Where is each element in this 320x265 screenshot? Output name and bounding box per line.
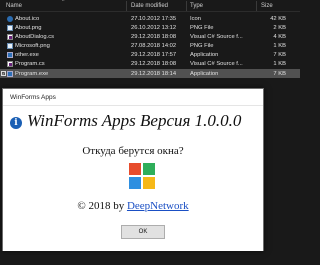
file-row-selected[interactable]: ✓ Program.exe 29.12.2018 18:14 Applicati… bbox=[0, 69, 300, 79]
file-row[interactable]: About.ico 27.10.2012 17:35 Icon 42 KB bbox=[0, 14, 300, 23]
file-date: 26.10.2012 13:12 bbox=[131, 24, 177, 31]
file-size: 1 KB bbox=[273, 61, 286, 68]
file-size: 2 KB bbox=[273, 24, 286, 31]
png-file-icon bbox=[7, 43, 13, 50]
cs-file-icon bbox=[7, 61, 13, 68]
file-date: 29.12.2018 17:57 bbox=[131, 52, 177, 59]
column-name[interactable]: Name bbox=[6, 3, 22, 9]
copyright-line: © 2018 by DeepNetwork bbox=[3, 200, 263, 212]
selection-checkbox[interactable]: ✓ bbox=[1, 71, 6, 77]
exe-file-icon bbox=[7, 52, 13, 59]
file-name: Program.exe bbox=[15, 70, 49, 77]
dialog-body: i WinForms Apps Версия 1.0.0.0 Откуда бе… bbox=[3, 107, 263, 251]
info-icon: i bbox=[10, 117, 22, 129]
file-date: 27.10.2012 17:35 bbox=[131, 15, 177, 22]
copyright-text: © 2018 by bbox=[77, 200, 125, 212]
file-row[interactable]: About.png 26.10.2012 13:12 PNG File 2 KB bbox=[0, 23, 300, 32]
file-date: 29.12.2018 18:14 bbox=[131, 70, 177, 77]
file-size: 42 KB bbox=[270, 15, 286, 22]
file-size: 7 KB bbox=[273, 70, 286, 77]
file-row[interactable]: Microsoft.png 27.08.2018 14:02 PNG File … bbox=[0, 42, 300, 51]
column-separator[interactable] bbox=[256, 1, 257, 11]
file-size: 4 KB bbox=[273, 33, 286, 40]
file-date: 29.12.2018 18:08 bbox=[131, 61, 177, 68]
column-separator[interactable] bbox=[126, 1, 127, 11]
png-file-icon bbox=[7, 24, 13, 31]
file-type: PNG File bbox=[190, 24, 214, 31]
file-type: Application bbox=[190, 70, 219, 77]
ico-file-icon bbox=[7, 15, 13, 22]
ok-button[interactable]: OK bbox=[121, 225, 165, 239]
file-date: 27.08.2018 14:02 bbox=[131, 43, 177, 50]
windows-logo-icon bbox=[129, 163, 155, 189]
file-row[interactable]: other.exe 29.12.2018 17:57 Application 7… bbox=[0, 51, 300, 60]
file-name: About.ico bbox=[15, 15, 40, 22]
column-header: ^ Name Date modified Type Size bbox=[0, 0, 300, 12]
file-type: PNG File bbox=[190, 43, 214, 50]
file-row[interactable]: AboutDialog.cs 29.12.2018 18:08 Visual C… bbox=[0, 32, 300, 41]
dialog-titlebar[interactable]: WinForms Apps bbox=[3, 89, 263, 106]
about-dialog: WinForms Apps i WinForms Apps Версия 1.0… bbox=[2, 88, 264, 251]
file-type: Icon bbox=[190, 15, 201, 22]
cs-file-icon bbox=[7, 33, 13, 40]
app-title: WinForms Apps Версия 1.0.0.0 bbox=[27, 111, 242, 130]
sort-up-icon: ^ bbox=[62, 0, 65, 5]
file-type: Visual C# Source f... bbox=[190, 61, 243, 68]
file-name: AboutDialog.cs bbox=[15, 33, 54, 40]
column-date-modified[interactable]: Date modified bbox=[131, 3, 168, 9]
author-link[interactable]: DeepNetwork bbox=[127, 200, 189, 212]
file-row[interactable]: Program.cs 29.12.2018 18:08 Visual C# So… bbox=[0, 60, 300, 69]
column-type[interactable]: Type bbox=[190, 3, 203, 9]
file-list: About.ico 27.10.2012 17:35 Icon 42 KB Ab… bbox=[0, 14, 300, 79]
column-separator[interactable] bbox=[186, 1, 187, 11]
file-size: 7 KB bbox=[273, 52, 286, 59]
file-name: Program.cs bbox=[15, 61, 45, 68]
exe-file-icon bbox=[7, 70, 13, 77]
file-name: Microsoft.png bbox=[15, 43, 50, 50]
file-size: 1 KB bbox=[273, 43, 286, 50]
file-type: Visual C# Source f... bbox=[190, 33, 243, 40]
file-type: Application bbox=[190, 52, 219, 59]
column-size[interactable]: Size bbox=[261, 3, 273, 9]
question-text: Откуда берутся окна? bbox=[82, 145, 184, 157]
file-name: other.exe bbox=[15, 52, 39, 59]
file-date: 29.12.2018 18:08 bbox=[131, 33, 177, 40]
dialog-window-title: WinForms Apps bbox=[10, 94, 56, 101]
file-name: About.png bbox=[15, 24, 42, 31]
